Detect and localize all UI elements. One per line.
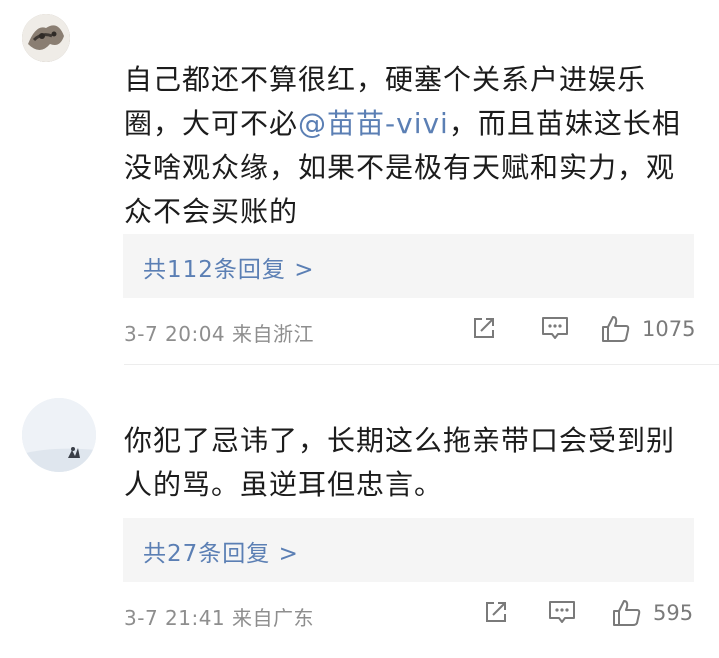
- comment-button[interactable]: [547, 598, 577, 626]
- share-button[interactable]: [482, 598, 510, 626]
- avatar[interactable]: [22, 14, 70, 62]
- view-replies-link[interactable]: 共27条回复 >: [143, 534, 299, 568]
- comment-item: 自己都还不算很红，硬塞个关系户进娱乐圈，大可不必@苗苗-vivi，而且苗妹这长相…: [0, 0, 719, 365]
- comment-datetime: 3-7 20:04: [124, 322, 226, 346]
- comment-location: 来自浙江: [232, 322, 315, 346]
- share-icon: [474, 318, 494, 338]
- like-count: 595: [653, 601, 694, 625]
- comment-button[interactable]: [540, 314, 570, 342]
- comment-text: 你犯了忌讳了，长期这么拖亲带口会受到别人的骂。虽逆耳但忠言。: [124, 424, 676, 501]
- comment-location: 来自广东: [232, 606, 315, 630]
- comment-meta: 3-7 20:04 来自浙江: [124, 318, 314, 347]
- like-icon: [602, 316, 630, 342]
- comment-text: 自己都还不算很红，硬塞个关系户进娱乐圈，大可不必@苗苗-vivi，而且苗妹这长相…: [124, 58, 697, 234]
- replies-box[interactable]: 共112条回复 >: [123, 234, 694, 298]
- comment-item: 你犯了忌讳了，长期这么拖亲带口会受到别人的骂。虽逆耳但忠言。 共27条回复 > …: [0, 365, 719, 658]
- mention-link[interactable]: @苗苗-vivi: [298, 107, 449, 140]
- comment-footer: 3-7 21:41 来自广东 595: [124, 598, 697, 634]
- comment-icon: [542, 317, 568, 339]
- replies-box[interactable]: 共27条回复 >: [123, 518, 694, 582]
- comment-meta: 3-7 21:41 来自广东: [124, 602, 314, 631]
- share-icon: [486, 602, 506, 622]
- comment-datetime: 3-7 21:41: [124, 606, 226, 630]
- avatar[interactable]: [22, 398, 96, 472]
- like-icon: [613, 600, 641, 626]
- like-count: 1075: [642, 317, 696, 341]
- comment-icon: [549, 601, 575, 623]
- comment-footer: 3-7 20:04 来自浙江 1075: [124, 314, 697, 350]
- like-button[interactable]: 595: [611, 598, 693, 628]
- share-button[interactable]: [470, 314, 498, 342]
- like-button[interactable]: 1075: [600, 314, 695, 344]
- view-replies-link[interactable]: 共112条回复 >: [143, 250, 314, 284]
